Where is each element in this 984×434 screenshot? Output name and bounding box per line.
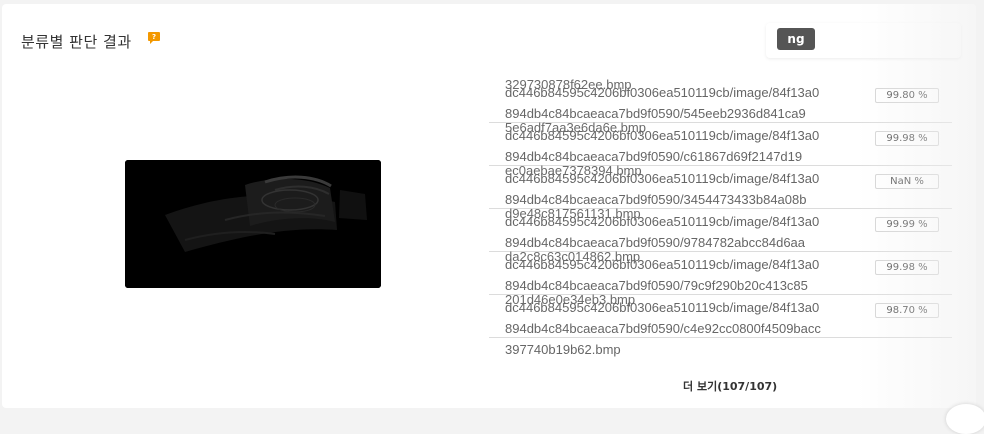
score-badge: NaN % <box>875 174 939 189</box>
file-list: dc446b84595c4206bf0306ea510119cb/image/8… <box>489 74 952 357</box>
floating-button[interactable] <box>946 404 984 434</box>
file-name: dc446b84595c4206bf0306ea510119cb/image/8… <box>505 289 825 360</box>
score-badge: 99.80 % <box>875 88 939 103</box>
help-icon[interactable]: ? <box>147 31 161 45</box>
help-icon-glyph: ? <box>152 33 156 41</box>
card-title: 분류별 판단 결과 <box>21 33 132 51</box>
preview-image[interactable] <box>125 160 381 288</box>
score-badge: 98.70 % <box>875 303 939 318</box>
score-badge: 99.98 % <box>875 131 939 146</box>
score-badge: 99.99 % <box>875 217 939 232</box>
show-more-button[interactable]: 더 보기(107/107) <box>683 378 777 394</box>
tag-panel: ng <box>766 23 961 58</box>
classification-result-card: 분류별 판단 결과 ? ng dc446b84595c4206bf0306ea5… <box>2 4 976 408</box>
score-badge: 99.98 % <box>875 260 939 275</box>
preview-image-content <box>125 160 381 288</box>
file-row[interactable]: dc446b84595c4206bf0306ea510119cb/image/8… <box>489 289 952 357</box>
tag-badge[interactable]: ng <box>777 28 815 50</box>
